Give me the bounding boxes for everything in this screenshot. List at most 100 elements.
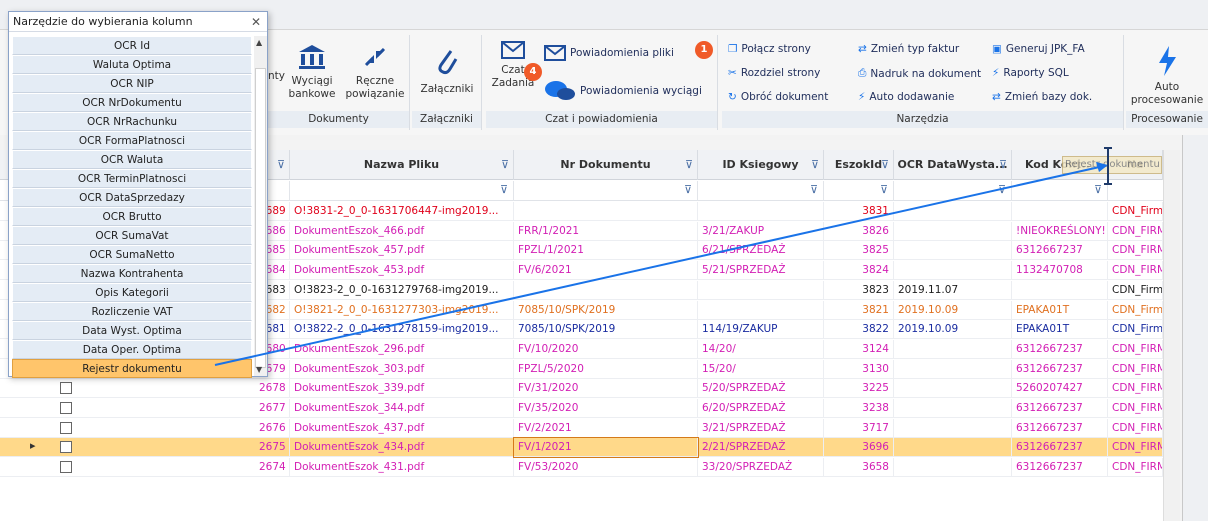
filter-cell[interactable]: ⊽ bbox=[1012, 181, 1108, 201]
cell-nr[interactable]: FRR/1/2021 bbox=[514, 221, 698, 241]
cell-na[interactable]: CDN_FIRM bbox=[1108, 438, 1163, 458]
cell-kod[interactable] bbox=[1012, 202, 1108, 221]
cell-kod[interactable]: 6312667237 bbox=[1012, 359, 1108, 379]
cell-date[interactable] bbox=[894, 221, 1012, 241]
cell-file[interactable]: DokumentEszok_466.pdf bbox=[290, 221, 514, 241]
cell-eszok[interactable]: 3831 bbox=[824, 202, 894, 221]
cell-na[interactable]: CDN_FIRM bbox=[1108, 399, 1163, 418]
cell-id[interactable]: 2674 bbox=[255, 458, 290, 478]
cell-date[interactable]: 2019.11.07 bbox=[894, 280, 1012, 300]
column-chooser-item[interactable]: Waluta Optima bbox=[12, 55, 252, 74]
row-checkbox[interactable] bbox=[60, 461, 72, 474]
cell-file[interactable]: DokumentEszok_296.pdf bbox=[290, 339, 514, 359]
polacz-strony-button[interactable]: ❐ Połącz strony bbox=[728, 43, 811, 55]
cell-ksieg[interactable]: 33/20/SPRZEDAŻ bbox=[698, 458, 824, 478]
cell-kod[interactable] bbox=[1012, 280, 1108, 300]
scroll-thumb[interactable] bbox=[255, 68, 266, 368]
cell-kod[interactable]: 6312667237 bbox=[1012, 438, 1108, 458]
cell-nr[interactable]: FV/10/2020 bbox=[514, 339, 698, 359]
row-checkbox[interactable] bbox=[60, 421, 72, 434]
raporty-sql-button[interactable]: ⚡ Raporty SQL bbox=[992, 67, 1069, 79]
cell-eszok[interactable]: 3696 bbox=[824, 438, 894, 458]
filter-icon[interactable]: ⊽ bbox=[1094, 183, 1102, 196]
cell-na[interactable]: CDN_FIRM bbox=[1108, 339, 1163, 359]
cell-id[interactable]: 2676 bbox=[255, 418, 290, 438]
cell-ksieg[interactable]: 6/21/SPRZEDAŻ bbox=[698, 241, 824, 261]
cell-nr[interactable]: FV/31/2020 bbox=[514, 379, 698, 399]
cell-kod[interactable]: 5260207427 bbox=[1012, 379, 1108, 399]
table-row[interactable]: ▸ 2675 DokumentEszok_434.pdf FV/1/2021 2/21/… bbox=[0, 437, 1180, 459]
scroll-up-icon[interactable]: ▲ bbox=[256, 38, 262, 47]
cell-file[interactable]: O!3823-2_0_0-1631279768-img2019... bbox=[290, 280, 514, 300]
cell-file[interactable]: DokumentEszok_431.pdf bbox=[290, 458, 514, 478]
filter-icon[interactable]: ⊽ bbox=[880, 183, 888, 196]
cell-date[interactable] bbox=[894, 241, 1012, 261]
filter-icon[interactable]: ⊽ bbox=[501, 150, 509, 180]
cell-na[interactable]: CDN_FIRM bbox=[1108, 221, 1163, 241]
column-chooser-item[interactable]: OCR SumaNetto bbox=[12, 245, 252, 264]
table-row[interactable]: 2677 DokumentEszok_344.pdf FV/35/2020 6/20/… bbox=[0, 399, 1180, 418]
column-chooser-item[interactable]: OCR NrDokumentu bbox=[12, 93, 252, 112]
cell-eszok[interactable]: 3821 bbox=[824, 300, 894, 320]
cell-ksieg[interactable] bbox=[698, 280, 824, 300]
nadruk-button[interactable]: ⎙ Nadruk na dokument bbox=[858, 67, 981, 80]
cell-date[interactable] bbox=[894, 261, 1012, 281]
cell-eszok[interactable]: 3824 bbox=[824, 261, 894, 281]
cell-file[interactable]: DokumentEszok_303.pdf bbox=[290, 359, 514, 379]
filter-cell[interactable] bbox=[268, 181, 290, 201]
row-checkbox[interactable] bbox=[60, 441, 72, 454]
cell-na[interactable]: CDN_FIRM bbox=[1108, 261, 1163, 281]
filter-icon[interactable]: ⊽ bbox=[277, 150, 285, 180]
obroc-dokument-button[interactable]: ↻ Obróć dokument bbox=[728, 91, 828, 103]
cell-nr[interactable]: FV/2/2021 bbox=[514, 418, 698, 438]
table-row[interactable]: 2674 DokumentEszok_431.pdf FV/53/2020 33/20… bbox=[0, 458, 1180, 478]
cell-file[interactable]: DokumentEszok_457.pdf bbox=[290, 241, 514, 261]
column-chooser-item[interactable]: OCR FormaPlatnosci bbox=[12, 131, 252, 150]
cell-ksieg[interactable]: 6/20/SPRZEDAŻ bbox=[698, 399, 824, 418]
cell-date[interactable] bbox=[894, 359, 1012, 379]
column-chooser-item[interactable]: Data Wyst. Optima bbox=[12, 321, 252, 340]
cell-date[interactable] bbox=[894, 418, 1012, 438]
cell-eszok[interactable]: 3225 bbox=[824, 379, 894, 399]
cell-file[interactable]: O!3822-2_0_0-1631278159-img2019... bbox=[290, 320, 514, 340]
cell-nr[interactable] bbox=[514, 280, 698, 300]
cell-eszok[interactable]: 3825 bbox=[824, 241, 894, 261]
cell-file[interactable]: DokumentEszok_434.pdf bbox=[290, 438, 514, 458]
column-chooser-item[interactable]: OCR Brutto bbox=[12, 207, 252, 226]
cell-id[interactable]: 2678 bbox=[255, 379, 290, 399]
cell-ksieg[interactable]: 114/19/ZAKUP bbox=[698, 320, 824, 340]
cell-na[interactable]: CDN_Firm bbox=[1108, 280, 1163, 300]
column-chooser-item[interactable]: OCR Id bbox=[12, 36, 252, 55]
cell-eszok[interactable]: 3130 bbox=[824, 359, 894, 379]
column-chooser-item[interactable]: OCR TerminPlatnosci bbox=[12, 169, 252, 188]
cell-nr[interactable]: FPZL/5/2020 bbox=[514, 359, 698, 379]
filter-icon[interactable]: ⊽ bbox=[684, 183, 692, 196]
filter-icon[interactable]: ⊽ bbox=[998, 183, 1006, 196]
filter-icon[interactable]: ⊽ bbox=[685, 150, 693, 180]
generuj-jpk-button[interactable]: ▣ Generuj JPK_FA bbox=[992, 43, 1085, 55]
rozdziel-strony-button[interactable]: ✂ Rozdziel strony bbox=[728, 67, 820, 79]
cell-file[interactable]: O!3821-2_0_0-1631277303-img2019... bbox=[290, 300, 514, 320]
cell-kod[interactable]: EPAKA01T bbox=[1012, 320, 1108, 340]
zmien-bazy-button[interactable]: ⇄ Zmień bazy dok. bbox=[992, 91, 1092, 103]
column-chooser-item[interactable]: OCR DataSprzedazy bbox=[12, 188, 252, 207]
cell-id[interactable]: 2675 bbox=[255, 438, 290, 458]
cell-date[interactable] bbox=[894, 438, 1012, 458]
header-ocr-datawysta[interactable]: OCR DataWysta... ⊽ bbox=[894, 150, 1012, 180]
column-chooser-item[interactable]: Rozliczenie VAT bbox=[12, 302, 252, 321]
cell-eszok[interactable]: 3822 bbox=[824, 320, 894, 340]
cell-nr[interactable]: FPZL/1/2021 bbox=[514, 241, 698, 261]
grid-scrollbar[interactable] bbox=[1163, 150, 1180, 521]
column-chooser-item[interactable]: OCR NrRachunku bbox=[12, 112, 252, 131]
column-chooser-item[interactable]: OCR NIP bbox=[12, 74, 252, 93]
column-chooser-title[interactable]: Narzędzie do wybierania kolumn ✕ bbox=[9, 12, 267, 32]
header-eszokid[interactable]: EszokId ⊽ bbox=[824, 150, 894, 180]
close-icon[interactable]: ✕ bbox=[251, 12, 261, 32]
cell-file[interactable]: DokumentEszok_437.pdf bbox=[290, 418, 514, 438]
cell-na[interactable]: CDN_FIRM bbox=[1108, 458, 1163, 478]
cell-nr[interactable] bbox=[514, 202, 698, 221]
header-id-ksiegowy[interactable]: ID Ksiegowy ⊽ bbox=[698, 150, 824, 180]
cell-kod[interactable]: 6312667237 bbox=[1012, 339, 1108, 359]
cell-file[interactable]: DokumentEszok_453.pdf bbox=[290, 261, 514, 281]
column-chooser-item[interactable]: Rejestr dokumentu bbox=[12, 359, 252, 378]
